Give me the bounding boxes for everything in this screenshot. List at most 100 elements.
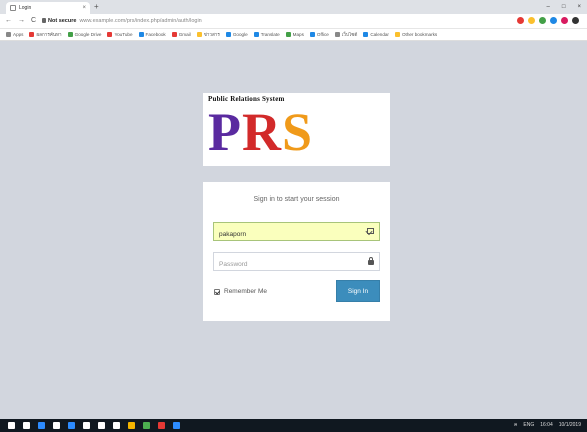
bookmark-label: ข่าวสาร — [203, 32, 220, 37]
logo-letter-r: R — [242, 102, 282, 162]
bookmark-favicon-icon — [138, 32, 144, 38]
tab-title: Login — [19, 5, 32, 11]
taskbar-app-icon[interactable] — [83, 422, 90, 429]
browser-nav: ← → C — [5, 14, 36, 28]
bookmark-favicon-icon — [253, 32, 259, 38]
bookmark-label: Maps — [292, 32, 304, 37]
tab-close-icon[interactable]: × — [82, 2, 86, 14]
password-input[interactable] — [214, 256, 359, 273]
login-box-message: Sign in to start your session — [253, 196, 340, 203]
bookmark-item[interactable]: Calendar — [363, 29, 389, 40]
taskbar-app-icon[interactable] — [53, 422, 60, 429]
bookmark-favicon-icon — [334, 32, 340, 38]
reload-button[interactable]: C — [31, 14, 36, 28]
taskbar-app-icon[interactable] — [173, 422, 180, 429]
browser-tab[interactable]: Login × — [6, 2, 90, 14]
system-tray: ค ENG 16:04 10/1/2019 — [514, 419, 581, 432]
extension-icon[interactable] — [550, 17, 557, 24]
tray-date[interactable]: 10/1/2019 — [559, 419, 581, 432]
bookmark-favicon-icon — [309, 32, 315, 38]
extension-icon[interactable] — [561, 17, 568, 24]
tray-clock[interactable]: 16:04 — [540, 419, 553, 432]
bookmark-item[interactable]: Gmail — [171, 29, 191, 40]
taskbar-app-icon[interactable] — [23, 422, 30, 429]
bookmark-favicon-icon — [394, 32, 400, 38]
bookmark-label: Other bookmarks — [401, 32, 438, 37]
url-security-label: Not secure — [48, 18, 77, 24]
bookmark-favicon-icon — [363, 32, 369, 38]
taskbar-app-icon[interactable] — [38, 422, 45, 429]
taskbar-app-icon[interactable] — [68, 422, 75, 429]
extension-icon[interactable] — [517, 17, 524, 24]
remember-me[interactable]: Remember Me — [214, 288, 267, 296]
bookmark-label: Gmail — [178, 32, 191, 37]
bookmark-favicon-icon — [29, 32, 35, 38]
extension-icon[interactable] — [572, 17, 579, 24]
bookmark-favicon-icon — [171, 32, 177, 38]
bookmark-item[interactable]: ข่าวสาร — [196, 29, 220, 40]
bookmark-item[interactable]: Apps — [6, 29, 23, 40]
bookmark-label: Translate — [260, 32, 280, 37]
logo-letter-s: S — [282, 102, 314, 162]
username-input[interactable] — [214, 226, 359, 243]
taskbar-app-icon[interactable] — [98, 422, 105, 429]
maximize-button[interactable]: □ — [562, 0, 566, 14]
tray-input-indicator[interactable]: ค — [514, 419, 517, 432]
bookmark-item[interactable]: YouTube — [107, 29, 133, 40]
password-field-wrapper — [213, 252, 380, 273]
window-controls: – □ × — [547, 0, 581, 14]
extension-icon[interactable] — [539, 17, 546, 24]
back-button[interactable]: ← — [5, 14, 12, 28]
lock-icon — [368, 257, 374, 265]
bookmark-label: Facebook — [145, 32, 166, 37]
bookmark-item[interactable]: Google Drive — [67, 29, 101, 40]
tray-language[interactable]: ENG — [523, 419, 534, 432]
site-info-icon[interactable] — [42, 18, 46, 24]
bookmark-favicon-icon — [225, 32, 231, 38]
bookmark-label: Calendar — [370, 32, 389, 37]
url-text: www.example.com/prs/index.php/admin/auth… — [79, 18, 202, 24]
bookmark-favicon-icon — [285, 32, 291, 38]
taskbar-app-icon[interactable] — [143, 422, 150, 429]
prs-logo: Public Relations System PRS — [203, 93, 390, 166]
extension-icon[interactable] — [528, 17, 535, 24]
taskbar-app-icon[interactable] — [128, 422, 135, 429]
forward-button[interactable]: → — [18, 14, 25, 28]
taskbar-app-icon[interactable] — [158, 422, 165, 429]
sign-in-button[interactable]: Sign In — [336, 280, 380, 302]
extension-icons — [517, 17, 579, 24]
remember-me-checkbox[interactable] — [214, 289, 220, 295]
bookmark-favicon-icon — [67, 32, 73, 38]
url-field[interactable]: Not secure www.example.com/prs/index.php/… — [42, 16, 482, 26]
remember-me-label: Remember Me — [224, 288, 267, 295]
bookmark-label: YouTube — [114, 32, 133, 37]
new-tab-button[interactable]: + — [94, 1, 99, 13]
bookmarks-bar: Apps ผลการค้นหา Google Drive YouTube Faceboo… — [0, 29, 587, 41]
taskbar-apps — [8, 422, 180, 429]
taskbar-app-icon[interactable] — [8, 422, 15, 429]
bookmark-item[interactable]: Maps — [285, 29, 304, 40]
bookmark-favicon-icon — [196, 32, 202, 38]
bookmark-item[interactable]: Translate — [253, 29, 280, 40]
bookmark-label: Apps — [13, 32, 24, 37]
bookmark-item[interactable]: Other bookmarks — [394, 29, 438, 40]
bookmark-favicon-icon — [6, 32, 11, 38]
bookmark-item[interactable]: เว็บไซต์ — [334, 29, 358, 40]
logo-letter-p: P — [208, 102, 242, 162]
taskbar-app-icon[interactable] — [113, 422, 120, 429]
envelope-icon — [367, 228, 374, 234]
bookmark-item[interactable]: ผลการค้นหา — [29, 29, 62, 40]
bookmark-item[interactable]: Google — [225, 29, 248, 40]
os-taskbar: ค ENG 16:04 10/1/2019 — [0, 419, 587, 432]
minimize-button[interactable]: – — [547, 0, 550, 14]
bookmark-label: เว็บไซต์ — [341, 32, 358, 37]
close-window-button[interactable]: × — [577, 0, 581, 14]
login-box: Sign in to start your session Remember M… — [203, 182, 390, 321]
logo-wordmark: PRS — [208, 101, 313, 163]
bookmark-label: Google — [232, 32, 248, 37]
bookmark-favicon-icon — [107, 32, 113, 38]
bookmark-item[interactable]: Office — [309, 29, 329, 40]
bookmark-item[interactable]: Facebook — [138, 29, 166, 40]
browser-tab-bar: Login × + – □ × — [0, 0, 587, 14]
address-bar: ← → C Not secure www.example.com/prs/inde… — [0, 14, 587, 29]
